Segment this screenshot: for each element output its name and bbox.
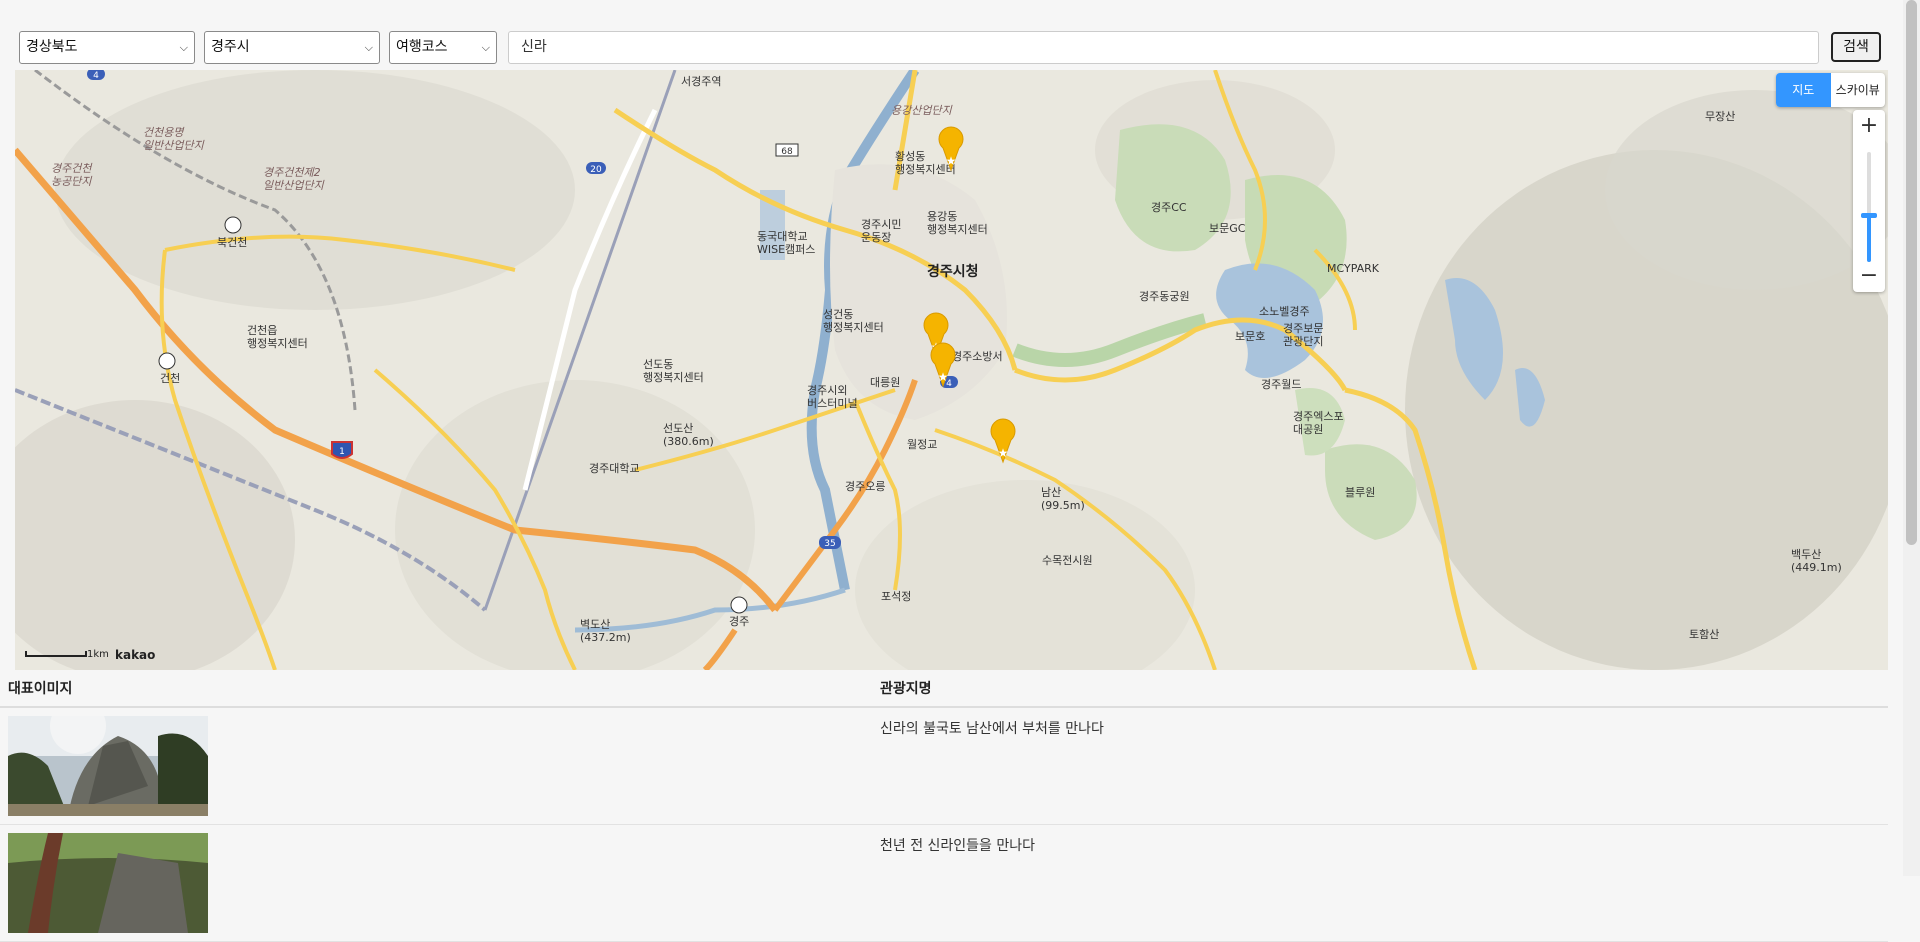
- zoom-in-button[interactable]: +: [1853, 110, 1885, 142]
- tour-title[interactable]: 신라의 불국토 남산에서 부처를 만나다: [880, 718, 1104, 738]
- road-badge: 1: [331, 441, 353, 459]
- map-canvas[interactable]: 4 20 68 35 4 1 서경주역 황성동 행정복지센터 용강동 행정복지센터: [15, 70, 1888, 670]
- map-label: 용강산업단지: [891, 104, 953, 117]
- map-label: 경주소방서: [952, 350, 1003, 363]
- page-scrollbar[interactable]: [1903, 0, 1920, 876]
- results-table: 대표이미지 관광지명 신라의 불국토 남산에서 부처를 만나다 천년 전 신라인…: [0, 670, 1888, 942]
- map-label: 동국대학교 WISE캠퍼스: [757, 230, 815, 256]
- map-label: 건천: [160, 371, 180, 385]
- map-label: 토함산: [1689, 628, 1719, 641]
- scale-label: 1km: [87, 649, 109, 660]
- road-badge: 20: [586, 162, 606, 175]
- map-label: 북건천: [217, 235, 247, 249]
- map-label: 경주동궁원: [1139, 290, 1190, 303]
- map-label: 경주CC: [1151, 201, 1187, 214]
- map-label: 경주보문 관광단지: [1283, 322, 1323, 348]
- road-badge: 68: [775, 143, 799, 157]
- column-header-image: 대표이미지: [8, 681, 73, 697]
- city-value: 경주시: [211, 39, 250, 55]
- search-input[interactable]: 신라: [508, 31, 1819, 64]
- zoom-slider-fill: [1867, 216, 1871, 262]
- map-label: 서경주역: [681, 75, 721, 88]
- svg-text:4: 4: [93, 71, 99, 81]
- map-label: 월정교: [907, 438, 937, 451]
- map-label: 블루원: [1345, 486, 1375, 499]
- svg-text:★: ★: [998, 446, 1009, 460]
- table-header: 대표이미지 관광지명: [0, 670, 1888, 708]
- zoom-slider-handle[interactable]: [1861, 213, 1877, 218]
- chevron-down-icon: ⌵: [481, 41, 490, 54]
- map-label: 수목전시원: [1042, 554, 1093, 567]
- map-view[interactable]: 4 20 68 35 4 1 서경주역 황성동 행정복지센터 용강동 행정복지센터: [15, 70, 1888, 670]
- map-label: 경주건천 농공단지: [51, 162, 93, 188]
- map-label: 보문호: [1235, 330, 1265, 343]
- svg-text:20: 20: [590, 165, 602, 175]
- map-label: 경주건천제2 일반산업단지: [263, 166, 325, 192]
- map-label: 경주시청: [927, 263, 979, 280]
- map-label: 보문GC: [1209, 222, 1246, 235]
- map-label: MCYPARK: [1327, 262, 1380, 275]
- zoom-out-button[interactable]: −: [1853, 260, 1885, 292]
- map-label: 경주: [729, 615, 749, 628]
- map-label: 경주월드: [1261, 378, 1301, 391]
- road-badge: 35: [819, 536, 841, 549]
- map-label: 포석정: [881, 590, 911, 603]
- chevron-down-icon: ⌵: [364, 41, 373, 54]
- province-select[interactable]: 경상북도 ⌵: [19, 31, 195, 64]
- map-label: 대릉원: [870, 376, 900, 389]
- svg-text:68: 68: [781, 147, 793, 157]
- thumbnail-image[interactable]: [8, 833, 208, 933]
- map-type-skyview-button[interactable]: 스카이뷰: [1831, 73, 1886, 107]
- map-label: 경주오릉: [845, 480, 885, 493]
- table-row[interactable]: 천년 전 신라인들을 만나다: [0, 825, 1888, 942]
- category-select[interactable]: 여행코스 ⌵: [389, 31, 497, 64]
- city-select[interactable]: 경주시 ⌵: [204, 31, 380, 64]
- map-type-toggle: 지도 스카이뷰: [1776, 73, 1885, 107]
- svg-text:1: 1: [339, 447, 345, 457]
- kakao-logo: kakao: [115, 648, 156, 662]
- map-label: 소노벨경주: [1259, 305, 1310, 318]
- map-type-map-button[interactable]: 지도: [1776, 73, 1831, 107]
- search-button[interactable]: 검색: [1831, 32, 1881, 62]
- column-header-name: 관광지명: [880, 681, 932, 697]
- map-label: 무장산: [1705, 110, 1735, 123]
- tour-title[interactable]: 천년 전 신라인들을 만나다: [880, 835, 1035, 855]
- zoom-control: + −: [1853, 110, 1885, 292]
- scrollbar-thumb[interactable]: [1906, 0, 1917, 545]
- chevron-down-icon: ⌵: [179, 41, 188, 54]
- table-row[interactable]: 신라의 불국토 남산에서 부처를 만나다: [0, 708, 1888, 825]
- search-toolbar: 경상북도 ⌵ 경주시 ⌵ 여행코스 ⌵ 신라 검색: [0, 0, 1920, 70]
- svg-text:35: 35: [824, 539, 835, 549]
- province-value: 경상북도: [26, 39, 78, 55]
- svg-text:★: ★: [938, 370, 949, 384]
- scale-bar-line: [25, 651, 87, 657]
- thumbnail-image[interactable]: [8, 716, 208, 816]
- category-value: 여행코스: [396, 39, 448, 55]
- map-label: 경주대학교: [589, 462, 640, 475]
- svg-text:★: ★: [946, 154, 957, 168]
